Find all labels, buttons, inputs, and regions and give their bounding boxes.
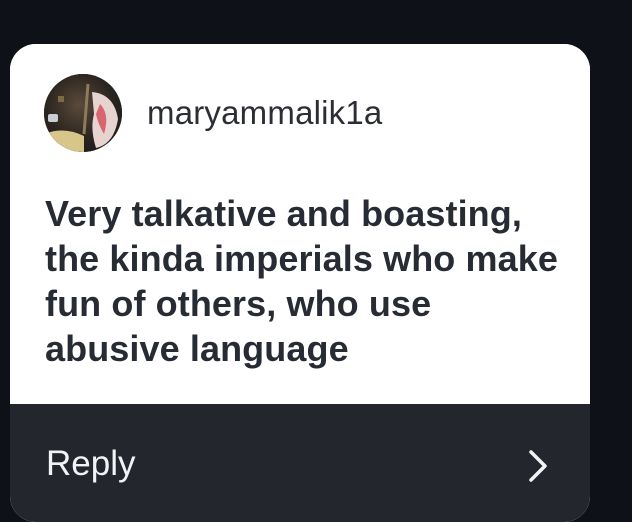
question-text: Very talkative and boasting, the kinda i… [45, 193, 558, 369]
username[interactable]: maryammalik1a [147, 94, 383, 132]
avatar[interactable] [44, 74, 122, 152]
reply-button[interactable]: Reply [10, 404, 590, 522]
profile-photo-icon [44, 74, 122, 152]
chevron-right-icon [529, 450, 547, 482]
reply-label: Reply [46, 444, 136, 483]
question-card: maryammalik1a Very talkative and boastin… [10, 44, 590, 522]
card-body: maryammalik1a Very talkative and boastin… [10, 44, 590, 404]
